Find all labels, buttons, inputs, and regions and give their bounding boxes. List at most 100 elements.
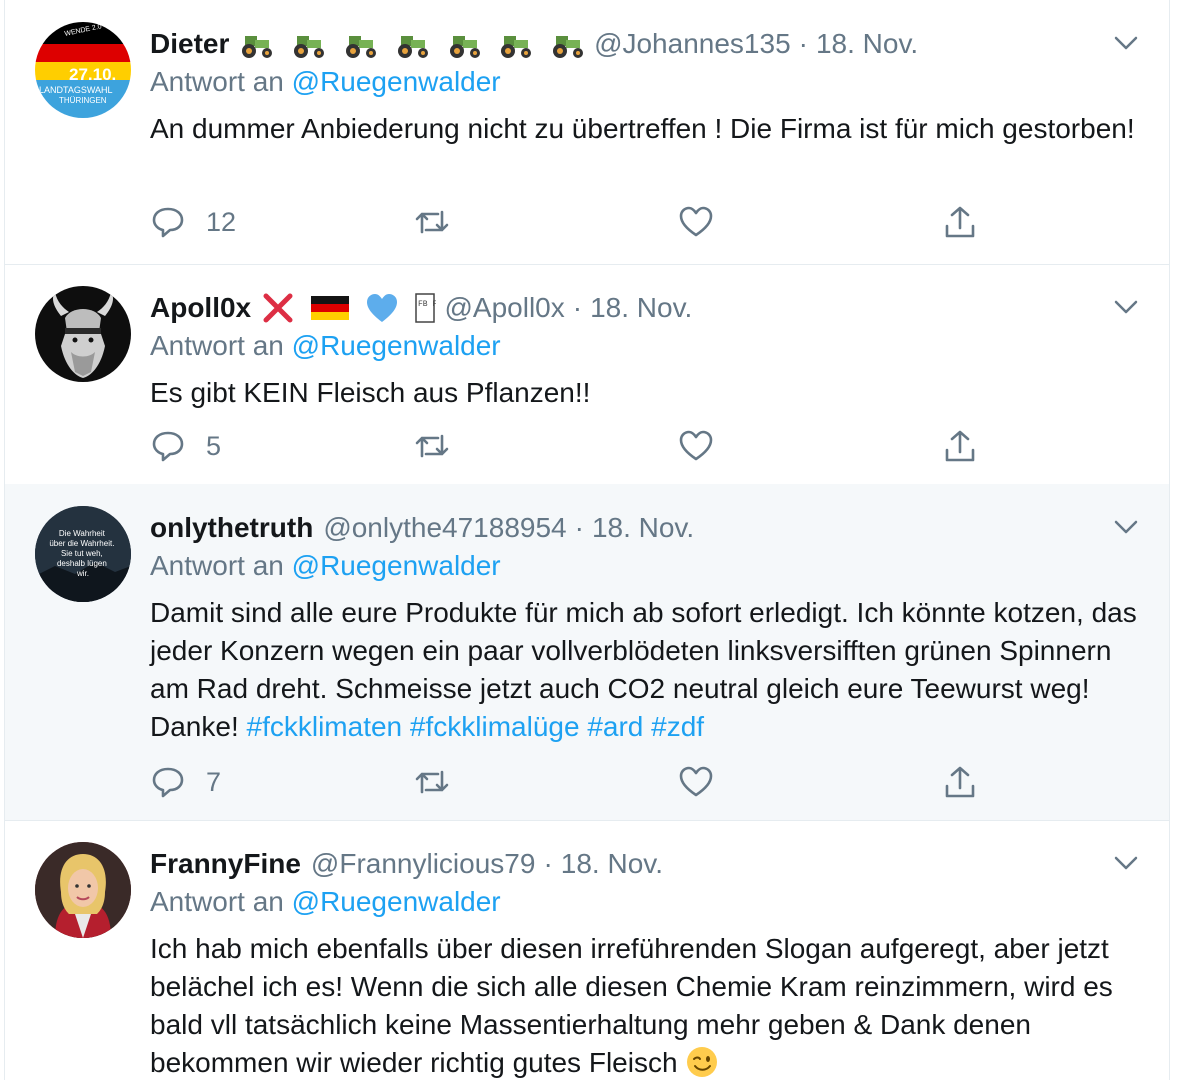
reply-to-link[interactable]: @Ruegenwalder xyxy=(292,550,501,581)
separator-dot: · xyxy=(572,292,583,323)
share-button[interactable] xyxy=(942,762,978,802)
tractor-icon xyxy=(397,36,428,59)
name-emojis: FB FF xyxy=(261,291,444,326)
avatar-text-line1: LANDTAGSWAHL xyxy=(39,85,113,95)
avatar-text-line: wir. xyxy=(76,569,89,578)
display-name[interactable]: Dieter xyxy=(150,28,229,60)
retweet-icon xyxy=(415,434,449,458)
tweet-text: Ich hab mich ebenfalls über diesen irref… xyxy=(150,930,1140,1082)
avatar[interactable] xyxy=(35,842,131,938)
retweet-button[interactable] xyxy=(414,762,450,802)
hashtag-link[interactable]: #ard xyxy=(587,711,643,742)
reply-icon xyxy=(152,767,184,798)
reply-count: 7 xyxy=(206,766,222,797)
reply-button[interactable]: 7 xyxy=(150,762,221,802)
reply-to-link[interactable]: @Ruegenwalder xyxy=(292,66,501,97)
timestamp[interactable]: 18. Nov. xyxy=(590,292,692,324)
tweet[interactable]: FrannyFine @Frannylicious79 · 18. Nov. A… xyxy=(5,820,1169,1080)
reply-prefix: Antwort an xyxy=(150,330,284,361)
cross-mark-icon xyxy=(263,293,293,323)
reply-prefix: Antwort an xyxy=(150,66,284,97)
tweet-header: onlythetruth @onlythe47188954 · 18. Nov. xyxy=(150,508,694,548)
share-icon xyxy=(945,430,975,462)
tweet[interactable]: WENDE 2.0 27.10. LANDTAGSWAHL THÜRINGEN … xyxy=(5,0,1169,265)
reply-count: 5 xyxy=(206,430,222,461)
retweet-button[interactable] xyxy=(414,202,450,242)
handle[interactable]: @Apoll0x xyxy=(444,292,564,324)
reply-icon xyxy=(152,431,184,462)
chevron-down-icon[interactable] xyxy=(1113,34,1139,52)
reply-context: Antwort an @Ruegenwalder xyxy=(150,66,501,98)
avatar-text-date: 27.10. xyxy=(69,65,116,84)
tractor-icon xyxy=(553,36,584,59)
retweet-button[interactable] xyxy=(414,426,450,466)
avatar-text-line: Die Wahrheit xyxy=(59,529,106,538)
heart-icon xyxy=(679,430,713,461)
display-name[interactable]: FrannyFine xyxy=(150,848,301,880)
tweet-header: Dieter @Johannes135 · 18. Nov. xyxy=(150,24,918,64)
chevron-down-icon[interactable] xyxy=(1113,854,1139,872)
tweet-text: An dummer Anbiederung nicht zu übertreff… xyxy=(150,113,1135,144)
reply-count: 12 xyxy=(206,206,237,237)
reply-icon xyxy=(152,207,184,238)
hashtag-link[interactable]: #zdf xyxy=(651,711,704,742)
share-button[interactable] xyxy=(942,202,978,242)
tractor-icon xyxy=(449,36,480,59)
reply-to-link[interactable]: @Ruegenwalder xyxy=(292,886,501,917)
timestamp[interactable]: 18. Nov. xyxy=(561,848,663,880)
display-name[interactable]: onlythetruth xyxy=(150,512,313,544)
chevron-down-icon[interactable] xyxy=(1113,298,1139,316)
hashtag-link[interactable]: #fckklimalüge xyxy=(410,711,580,742)
share-button[interactable] xyxy=(942,426,978,466)
avatar[interactable] xyxy=(35,286,131,382)
tweet-actions: 12 xyxy=(150,202,990,242)
tweet-text-body: Ich hab mich ebenfalls über diesen irref… xyxy=(150,933,1113,1078)
avatar-text-line: Sie tut weh, xyxy=(61,549,103,558)
reply-context: Antwort an @Ruegenwalder xyxy=(150,550,501,582)
tweet-feed: WENDE 2.0 27.10. LANDTAGSWAHL THÜRINGEN … xyxy=(4,0,1170,1080)
like-button[interactable] xyxy=(678,202,714,242)
hashtag-link[interactable]: #fckklimaten xyxy=(247,711,403,742)
tractor-icon xyxy=(242,36,273,59)
avatar[interactable]: WENDE 2.0 27.10. LANDTAGSWAHL THÜRINGEN xyxy=(35,22,131,118)
separator-dot: · xyxy=(543,848,553,879)
timestamp[interactable]: 18. Nov. xyxy=(816,28,918,60)
chevron-down-icon[interactable] xyxy=(1113,518,1139,536)
tweet-actions: 5 xyxy=(150,426,990,466)
tweet-actions: 7 xyxy=(150,762,990,802)
handle[interactable]: @Johannes135 xyxy=(594,28,791,60)
separator-dot: · xyxy=(574,512,584,543)
heart-icon xyxy=(679,766,713,797)
tweet[interactable]: Die Wahrheit über die Wahrheit. Sie tut … xyxy=(5,484,1169,821)
separator-dot: · xyxy=(798,28,808,59)
avatar[interactable]: Die Wahrheit über die Wahrheit. Sie tut … xyxy=(35,506,131,602)
reply-context: Antwort an @Ruegenwalder xyxy=(150,330,501,362)
retweet-icon xyxy=(415,210,449,234)
tweet-header: FrannyFine @Frannylicious79 · 18. Nov. xyxy=(150,844,663,884)
avatar-text-line: deshalb lügen xyxy=(57,559,107,568)
reply-to-link[interactable]: @Ruegenwalder xyxy=(292,330,501,361)
missing-glyph-icon: FB FF xyxy=(415,293,436,324)
timestamp[interactable]: 18. Nov. xyxy=(592,512,694,544)
handle[interactable]: @onlythe47188954 xyxy=(323,512,566,544)
reply-button[interactable]: 5 xyxy=(150,426,221,466)
reply-button[interactable]: 12 xyxy=(150,202,236,242)
winking-face-icon xyxy=(687,1047,718,1077)
tweet-text: Es gibt KEIN Fleisch aus Pflanzen!! xyxy=(150,377,591,408)
tractor-icon xyxy=(345,36,376,59)
blue-heart-icon xyxy=(366,294,397,323)
name-emojis xyxy=(239,28,594,61)
reply-prefix: Antwort an xyxy=(150,886,284,917)
tractor-icon xyxy=(294,36,325,59)
share-icon xyxy=(945,206,975,238)
display-name[interactable]: Apoll0x xyxy=(150,292,251,324)
heart-icon xyxy=(679,206,713,237)
reply-prefix: Antwort an xyxy=(150,550,284,581)
avatar-text-line: über die Wahrheit. xyxy=(49,539,114,548)
retweet-icon xyxy=(415,770,449,794)
tweet-text: Damit sind alle eure Produkte für mich a… xyxy=(150,594,1140,746)
like-button[interactable] xyxy=(678,426,714,466)
like-button[interactable] xyxy=(678,762,714,802)
handle[interactable]: @Frannylicious79 xyxy=(311,848,536,880)
tweet[interactable]: Apoll0x FB FF @Apoll0x · 18. Nov. Antwor… xyxy=(5,264,1169,485)
